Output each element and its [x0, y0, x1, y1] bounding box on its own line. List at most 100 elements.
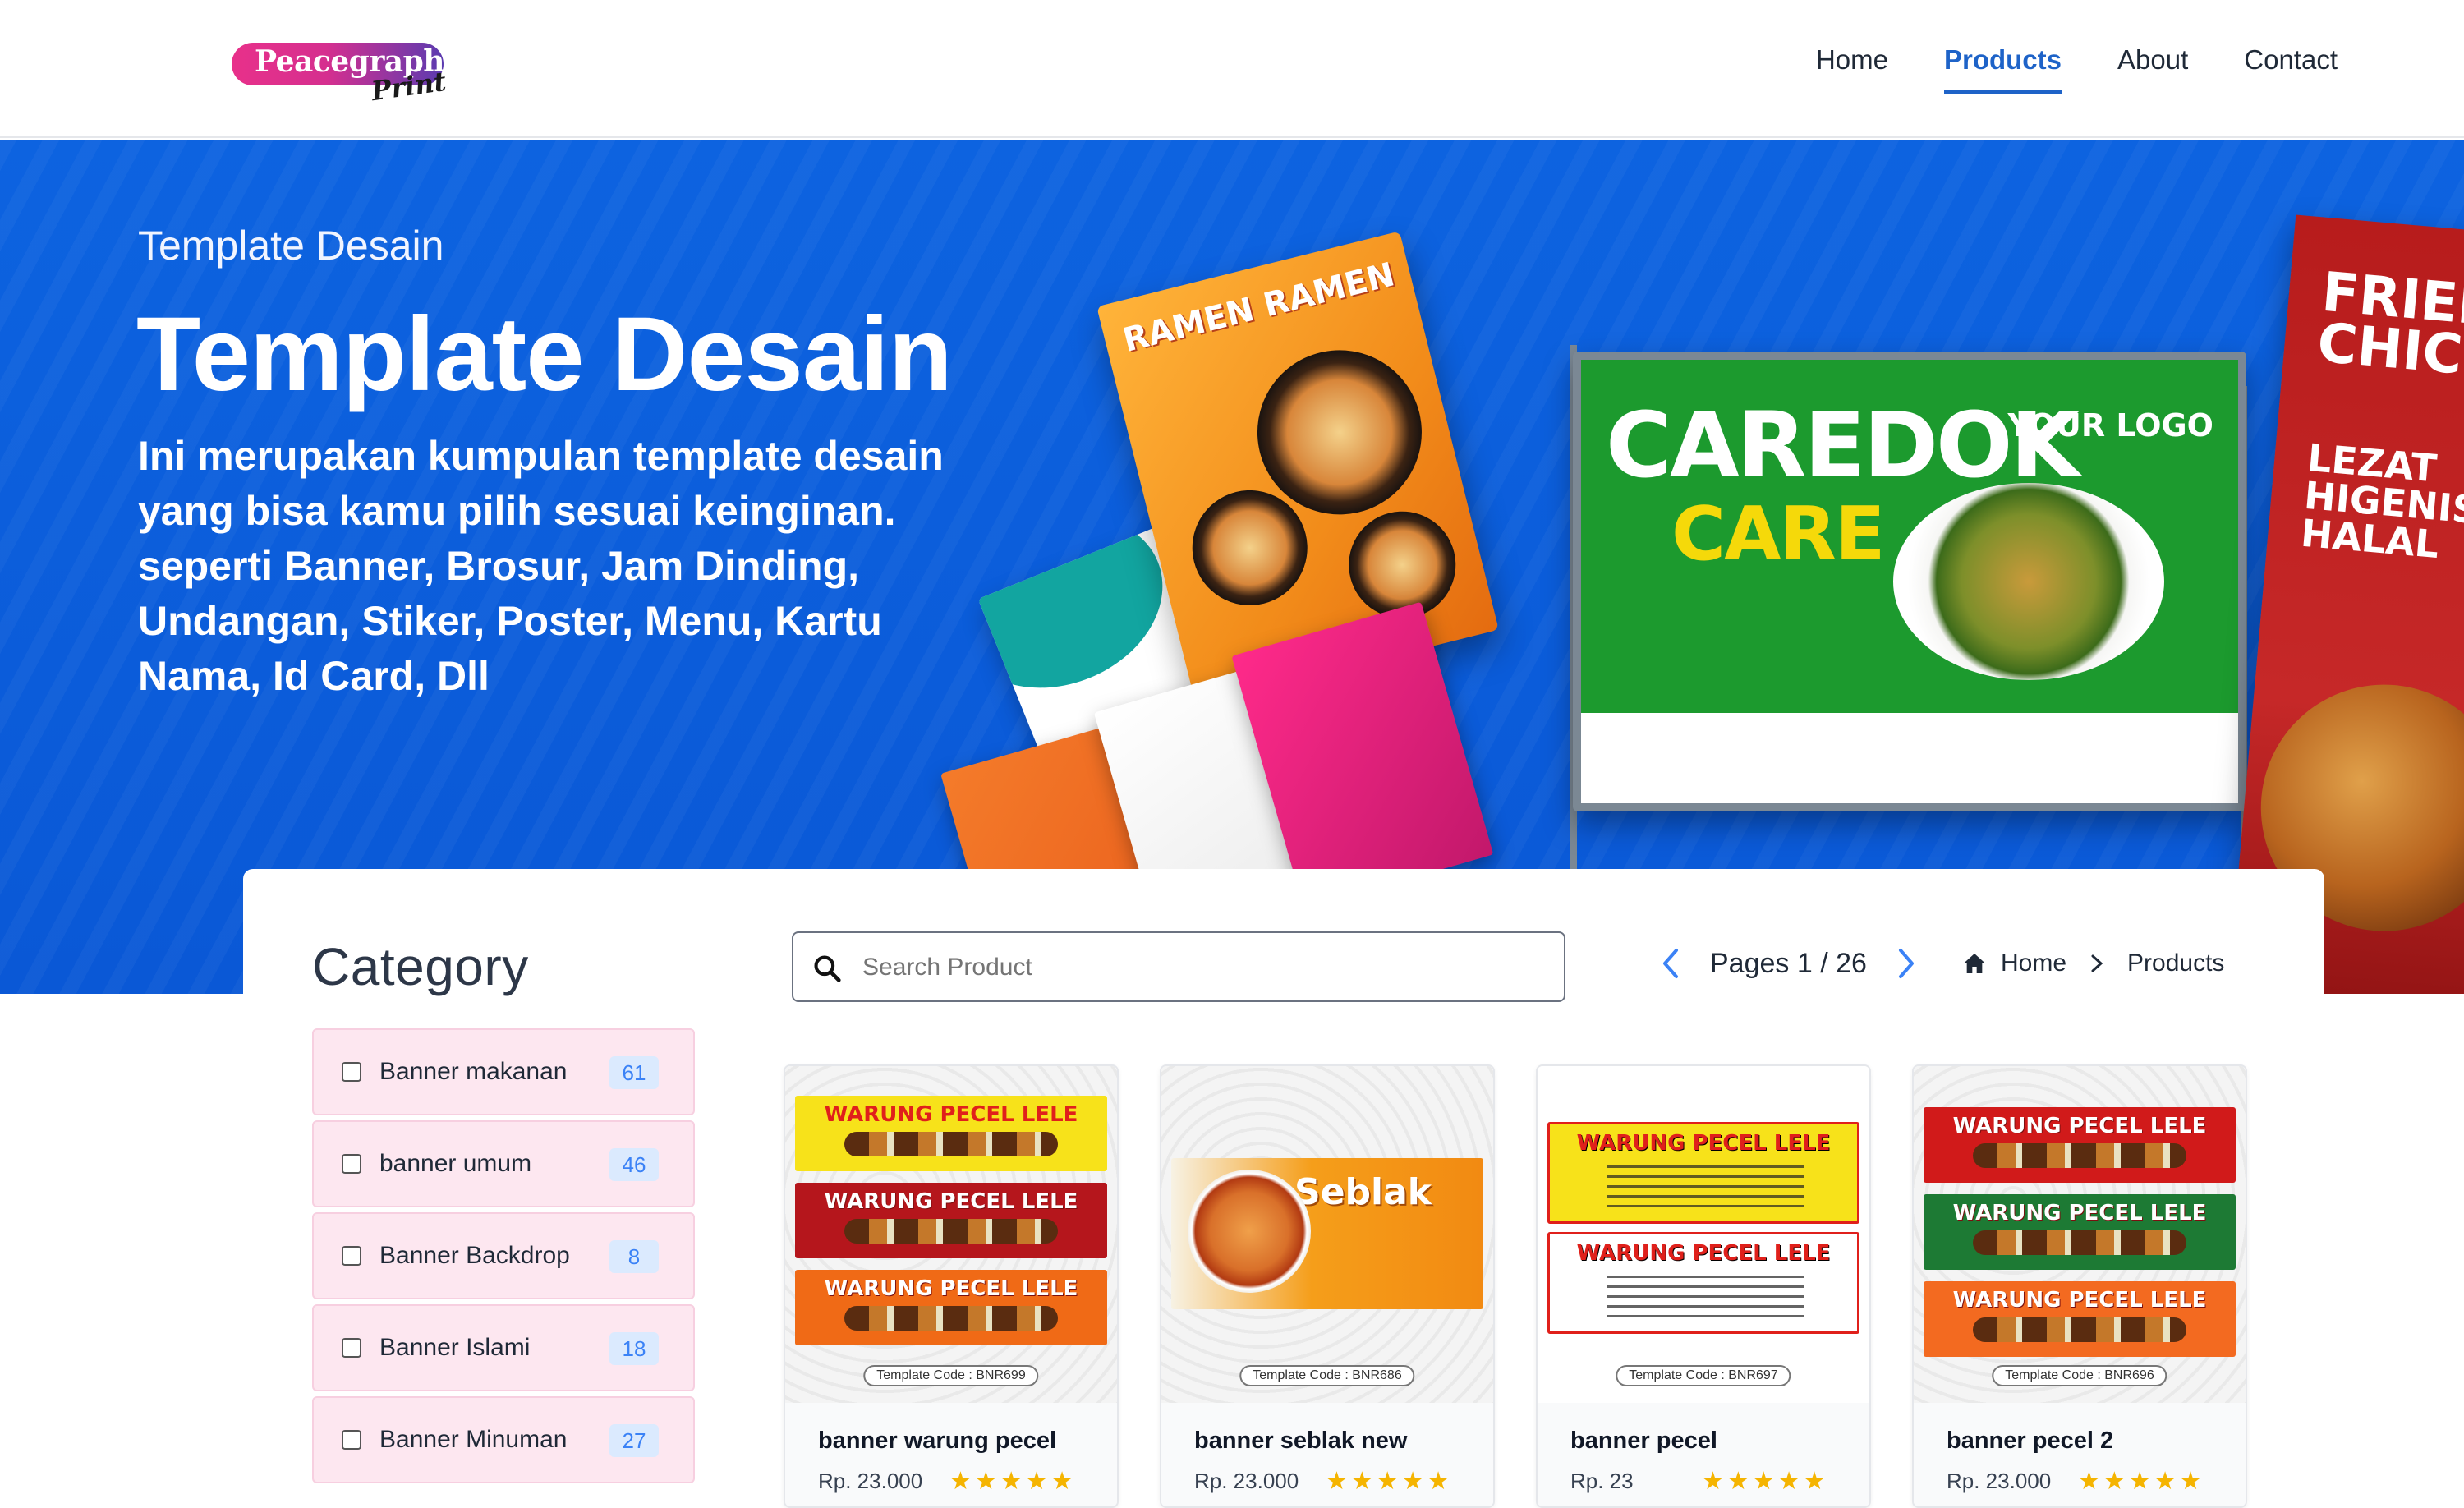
banner-strip: WARUNG PECEL LELE [1547, 1232, 1859, 1334]
category-label: Banner makanan [379, 1058, 568, 1085]
template-code-badge: Template Code : BNR699 [863, 1365, 1039, 1386]
banner-strip: Seblak [1171, 1158, 1483, 1309]
banner-strip: WARUNG PECEL LELE [1924, 1107, 2236, 1183]
banner-strip-text: WARUNG PECEL LELE [824, 1189, 1078, 1214]
home-icon [1963, 954, 1986, 973]
category-label: Banner Minuman [379, 1426, 568, 1453]
search-box[interactable] [792, 931, 1565, 1002]
category-label: Banner Backdrop [379, 1242, 570, 1269]
product-thumbnail: WARUNG PECEL LELE WARUNG PECEL LELE WARU… [1914, 1066, 2246, 1403]
product-thumbnail: WARUNG PECEL LELE WARUNG PECEL LELE Temp… [1538, 1066, 1869, 1403]
category-item[interactable]: Banner makanan 61 [312, 1028, 695, 1115]
chevron-right-icon [1898, 949, 1914, 978]
category-count-badge: 18 [609, 1332, 659, 1365]
nav-products[interactable]: Products [1943, 44, 2062, 94]
breadcrumb: Home Products [1961, 949, 2224, 977]
category-item[interactable]: Banner Minuman 27 [312, 1396, 695, 1483]
category-label: banner umum [379, 1150, 532, 1177]
product-price: Rp. 23 [1570, 1469, 1634, 1493]
hero-banner: Template Desain Template Desain Ini meru… [0, 140, 2464, 994]
banner-strip-text: WARUNG PECEL LELE [824, 1276, 1078, 1301]
product-thumbnail: Seblak Template Code : BNR686 [1161, 1066, 1493, 1403]
seblak-bowl-image [1188, 1170, 1311, 1293]
banner-strip-text: WARUNG PECEL LELE [824, 1102, 1078, 1127]
food-row [1973, 1317, 2186, 1342]
category-label: Banner Islami [379, 1334, 531, 1361]
caredok-plate-image [1893, 483, 2164, 680]
category-heading: Category [312, 937, 529, 996]
product-info: banner warung pecel Rp. 23.000 ★★★★★ [785, 1403, 1117, 1506]
product-card[interactable]: WARUNG PECEL LELE WARUNG PECEL LELE WARU… [784, 1064, 1119, 1508]
category-checkbox[interactable] [342, 1062, 361, 1082]
category-item[interactable]: Banner Backdrop 8 [312, 1212, 695, 1299]
category-count-badge: 8 [609, 1240, 659, 1273]
food-row [844, 1306, 1058, 1331]
template-code-badge: Template Code : BNR686 [1239, 1365, 1415, 1386]
product-card[interactable]: WARUNG PECEL LELE WARUNG PECEL LELE Temp… [1536, 1064, 1871, 1508]
banner-strip: WARUNG PECEL LELE [795, 1096, 1107, 1171]
banner-strip: WARUNG PECEL LELE [1924, 1194, 2236, 1270]
star-rating-icon: ★★★★★ [949, 1467, 1077, 1496]
ramen-flyer-title: RAMEN RAMEN [1119, 255, 1399, 360]
chevron-left-icon [1663, 949, 1678, 978]
category-list: Banner makanan 61 banner umum 46 Banner … [312, 1028, 695, 1488]
product-info: banner pecel 2 Rp. 23.000 ★★★★★ [1914, 1403, 2246, 1506]
caredok-logo-text: YOUR LOGO [2007, 407, 2213, 444]
category-count-badge: 27 [609, 1424, 659, 1457]
category-checkbox[interactable] [342, 1338, 361, 1358]
breadcrumb-home[interactable]: Home [2001, 949, 2066, 977]
caredok-footer-strip [1581, 713, 2238, 803]
product-thumbnail: WARUNG PECEL LELE WARUNG PECEL LELE WARU… [785, 1066, 1117, 1403]
nav-contact[interactable]: Contact [2244, 44, 2338, 94]
page-indicator: Pages 1 / 26 [1710, 947, 1867, 979]
category-item[interactable]: banner umum 46 [312, 1120, 695, 1207]
product-name: banner pecel [1570, 1428, 1717, 1454]
banner-strip-text: WARUNG PECEL LELE [1576, 1241, 1831, 1266]
banner-strip: WARUNG PECEL LELE [795, 1270, 1107, 1345]
template-code-badge: Template Code : BNR696 [1992, 1365, 2167, 1386]
nav-about[interactable]: About [2117, 44, 2188, 94]
product-price: Rp. 23.000 [1947, 1469, 2052, 1493]
banner-strip-text: WARUNG PECEL LELE [1952, 1201, 2207, 1225]
search-input[interactable] [862, 948, 1536, 987]
category-checkbox[interactable] [342, 1154, 361, 1174]
product-info: banner seblak new Rp. 23.000 ★★★★★ [1161, 1403, 1493, 1506]
category-checkbox[interactable] [342, 1246, 361, 1266]
top-navbar: Peacegraph Print Home Products About Con… [0, 0, 2464, 138]
product-card[interactable]: WARUNG PECEL LELE WARUNG PECEL LELE WARU… [1912, 1064, 2247, 1508]
category-checkbox[interactable] [342, 1430, 361, 1450]
product-name: banner seblak new [1194, 1428, 1408, 1454]
next-page-button[interactable] [1890, 943, 1923, 984]
caredok-subtitle: CARE [1671, 491, 1885, 577]
product-card[interactable]: Seblak Template Code : BNR686 banner seb… [1160, 1064, 1495, 1508]
product-price: Rp. 23.000 [818, 1469, 923, 1493]
products-panel: Category Banner makanan 61 banner umum 4… [243, 869, 2324, 1508]
main-nav: Home Products About Contact [1816, 44, 2338, 94]
template-code-badge: Template Code : BNR697 [1616, 1365, 1791, 1386]
hero-caredok-banner-image: CAREDOK CARE YOUR LOGO [1573, 352, 2246, 811]
nav-home[interactable]: Home [1816, 44, 1888, 94]
brand-logo[interactable]: Peacegraph Print [232, 41, 448, 107]
product-info: banner pecel Rp. 23 ★★★★★ [1538, 1403, 1869, 1506]
banner-strip-text: WARUNG PECEL LELE [1952, 1288, 2207, 1313]
banner-strip-text: WARUNG PECEL LELE [1952, 1114, 2207, 1138]
breadcrumb-products: Products [2127, 949, 2225, 977]
category-item[interactable]: Banner Islami 18 [312, 1304, 695, 1391]
food-row [1973, 1143, 2186, 1168]
banner-body-lines [1607, 1165, 1804, 1211]
product-price: Rp. 23.000 [1194, 1469, 1299, 1493]
category-count-badge: 61 [609, 1056, 659, 1089]
chevron-right-icon [2091, 954, 2103, 972]
pagination: Pages 1 / 26 [1654, 943, 1923, 984]
product-name: banner pecel 2 [1947, 1428, 2114, 1454]
banner-strip: WARUNG PECEL LELE [795, 1183, 1107, 1258]
banner-strip-text: Seblak [1294, 1171, 1432, 1213]
prev-page-button[interactable] [1654, 943, 1687, 984]
hero-description: Ini merupakan kumpulan template desain y… [138, 433, 944, 699]
product-name: banner warung pecel [818, 1428, 1057, 1454]
food-row [844, 1132, 1058, 1156]
banner-strip: WARUNG PECEL LELE [1924, 1281, 2236, 1357]
star-rating-icon: ★★★★★ [2078, 1467, 2205, 1496]
fried-chicken-tagline: LEZAT HIGENIS & HALAL [2299, 434, 2464, 568]
star-rating-icon: ★★★★★ [1326, 1467, 1453, 1496]
